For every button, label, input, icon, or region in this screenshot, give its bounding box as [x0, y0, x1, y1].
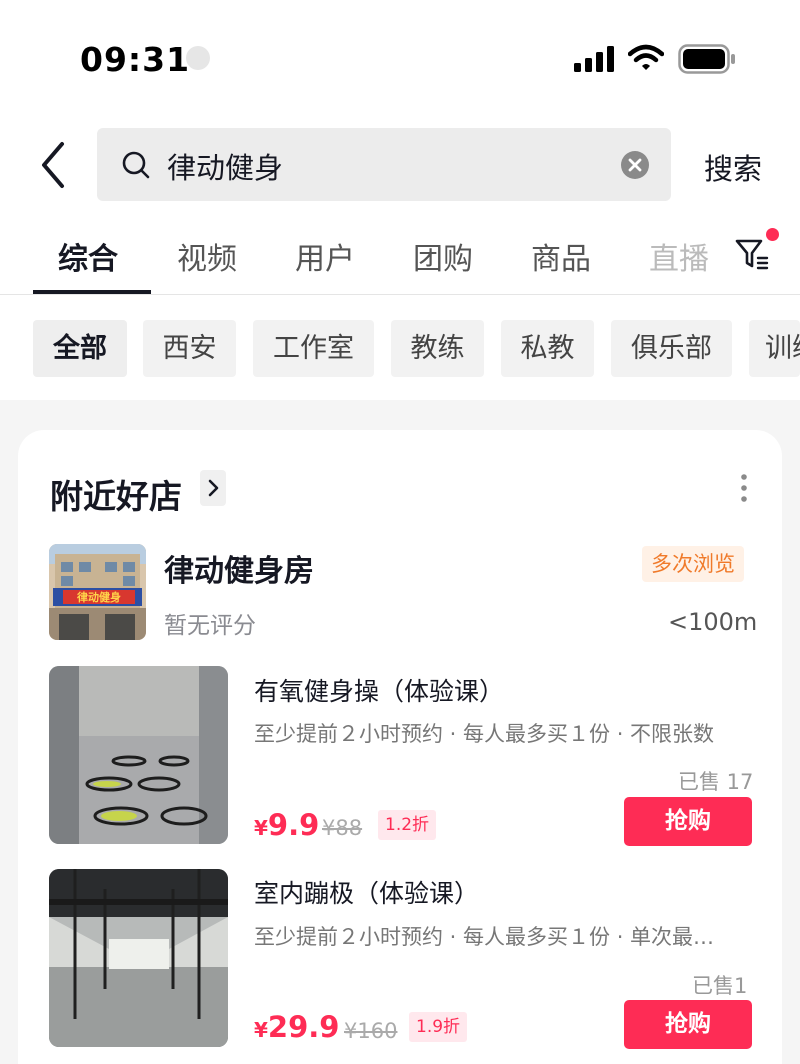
tab-live[interactable]: 直播 — [649, 234, 709, 278]
deal-thumbnail[interactable] — [49, 666, 228, 844]
clear-icon[interactable] — [620, 150, 650, 180]
filter-icon[interactable] — [734, 236, 770, 272]
nearby-shops-card: 附近好店 律动健身 律动健身房 暂无评分 多次浏览 <100m 有氧健身操（体验… — [18, 430, 782, 1064]
tabs-divider — [0, 294, 800, 295]
deal-title[interactable]: 室内蹦极（体验课） — [254, 874, 479, 910]
filter-notification-dot — [766, 228, 779, 241]
chip-coach[interactable]: 教练 — [391, 320, 484, 377]
chip-studio[interactable]: 工作室 — [253, 320, 374, 377]
cellular-signal-icon — [574, 46, 614, 72]
deal-price-value: 9.9 — [267, 808, 320, 842]
search-box[interactable]: 律动健身 — [97, 128, 671, 201]
deal-description: 至少提前２小时预约 · 每人最多买１份 · 单次最… — [254, 925, 715, 949]
currency-symbol: ¥ — [254, 816, 268, 840]
chip-all[interactable]: 全部 — [33, 320, 127, 377]
back-arrow-icon[interactable] — [34, 140, 74, 190]
shop-storefront-image: 律动健身 — [49, 544, 146, 640]
deal-price: ¥9.9 — [254, 808, 319, 842]
shop-rating: 暂无评分 — [164, 613, 256, 639]
buy-button[interactable]: 抢购 — [624, 1000, 752, 1049]
chevron-right-icon — [208, 479, 219, 497]
tab-comprehensive[interactable]: 综合 — [58, 234, 118, 278]
shop-name[interactable]: 律动健身房 — [164, 546, 314, 590]
currency-symbol: ¥ — [254, 1018, 268, 1042]
search-button[interactable]: 搜索 — [704, 146, 762, 188]
deal-discount-badge: 1.9折 — [409, 1012, 468, 1042]
section-arrow[interactable] — [200, 470, 226, 506]
deal-sold-count: 已售 17 — [678, 770, 754, 794]
search-icon — [122, 151, 150, 179]
tab-users[interactable]: 用户 — [295, 234, 355, 278]
deal-original-price: ¥88 — [322, 816, 363, 840]
bungee-gym-image — [49, 869, 228, 1047]
deal-price: ¥29.9 — [254, 1010, 339, 1044]
trampoline-gym-image — [49, 666, 228, 844]
chip-xian[interactable]: 西安 — [143, 320, 236, 377]
status-blurred-indicator — [186, 46, 210, 70]
deal-thumbnail[interactable] — [49, 869, 228, 1047]
buy-button[interactable]: 抢购 — [624, 797, 752, 846]
more-options-icon[interactable] — [734, 472, 754, 504]
deal-title[interactable]: 有氧健身操（体验课） — [254, 672, 504, 708]
chip-club[interactable]: 俱乐部 — [611, 320, 732, 377]
deal-price-value: 29.9 — [267, 1010, 340, 1044]
deal-description: 至少提前２小时预约 · 每人最多买１份 · 不限张数 — [254, 722, 715, 746]
shop-thumbnail[interactable]: 律动健身 — [49, 544, 146, 640]
status-time: 09:31 — [80, 40, 191, 79]
tab-products[interactable]: 商品 — [531, 234, 591, 278]
deal-sold-count: 已售1 — [692, 974, 748, 998]
deal-original-price: ¥160 — [344, 1019, 398, 1043]
top-area: 09:31 律动健身 搜索 综合 视频 用户 团购 商品 直播 全部 西安 工作… — [0, 0, 800, 400]
shop-sign-text: 律动健身 — [76, 590, 121, 604]
section-title[interactable]: 附近好店 — [50, 470, 182, 518]
shop-badge: 多次浏览 — [642, 546, 744, 582]
shop-distance: <100m — [668, 608, 758, 636]
deal-discount-badge: 1.2折 — [378, 810, 437, 840]
battery-icon — [678, 44, 735, 74]
tab-video[interactable]: 视频 — [177, 234, 237, 278]
wifi-icon — [628, 44, 664, 70]
search-input[interactable]: 律动健身 — [167, 145, 283, 187]
chip-training[interactable]: 训练 — [749, 320, 800, 377]
chip-private-coach[interactable]: 私教 — [501, 320, 594, 377]
tab-group-buy[interactable]: 团购 — [413, 234, 473, 278]
